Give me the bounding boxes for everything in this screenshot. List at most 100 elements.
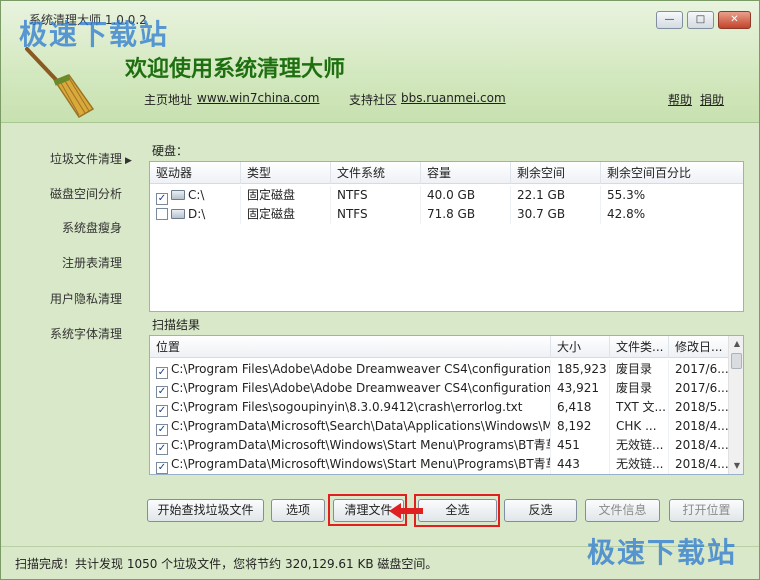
community-link[interactable]: bbs.ruanmei.com: [401, 91, 506, 105]
highlight-box-select-all: [414, 494, 500, 527]
row-checkbox[interactable]: ✓: [156, 405, 168, 417]
homepage-label: 主页地址: [144, 93, 193, 107]
size-cell: 451: [551, 436, 610, 455]
homepage-link[interactable]: www.win7china.com: [197, 91, 319, 105]
col-filesystem[interactable]: 文件系统: [331, 162, 421, 184]
system-drive-icon: [171, 190, 185, 200]
col-file-type[interactable]: 文件类...: [610, 336, 669, 358]
sidebar-item-label: 用户隐私清理: [50, 292, 123, 306]
close-button[interactable]: ✕: [718, 11, 751, 29]
maximize-button[interactable]: □: [687, 11, 714, 29]
drive-cell: ✓ C:\: [150, 186, 241, 205]
path-text: C:\Program Files\sogoupinyin\8.3.0.9412\…: [171, 400, 523, 414]
type-cell: 废目录: [610, 360, 669, 379]
disks-label: 硬盘：: [152, 144, 189, 158]
table-row[interactable]: ✓ C:\ProgramData\Microsoft\Search\Data\Ap…: [150, 417, 729, 436]
size-cell: 443: [551, 455, 610, 474]
sidebar-item-label: 垃圾文件清理: [50, 152, 123, 166]
header: 系统清理大师 1.0.0.2 极速下载站 — □ ✕ 欢迎使用系统清理大师 主页…: [1, 1, 759, 123]
watermark-bottom: 极速下载站: [587, 536, 738, 569]
sidebar-item-privacy-clean[interactable]: 用户隐私清理: [50, 290, 122, 307]
row-checkbox[interactable]: ✓: [156, 193, 168, 205]
sidebar-item-label: 注册表清理: [62, 256, 123, 270]
results-scrollbar[interactable]: ▲ ▼: [728, 336, 743, 474]
results-list[interactable]: 位置 大小 文件类... 修改日... ✓ C:\Program Files\Ad…: [149, 335, 744, 475]
community-label: 支持社区: [349, 93, 398, 107]
drive-label: D:\: [188, 207, 206, 221]
row-checkbox[interactable]: ✓: [156, 386, 168, 398]
file-info-button[interactable]: 文件信息: [585, 499, 660, 522]
scroll-up-icon[interactable]: ▲: [729, 336, 743, 352]
capacity-cell: 40.0 GB: [421, 186, 511, 205]
size-cell: 185,923: [551, 360, 610, 379]
sidebar-item-disk-analysis[interactable]: 磁盘空间分析: [50, 185, 122, 202]
size-cell: 43,921: [551, 379, 610, 398]
path-text: C:\Program Files\Adobe\Adobe Dreamweaver…: [171, 362, 551, 376]
sidebar-item-font-clean[interactable]: 系统字体清理: [50, 325, 122, 342]
col-capacity[interactable]: 容量: [421, 162, 511, 184]
sidebar-item-label: 系统字体清理: [50, 327, 123, 341]
table-row[interactable]: ✓ C:\Program Files\Adobe\Adobe Dreamweave…: [150, 379, 729, 398]
free-cell: 22.1 GB: [511, 186, 601, 205]
help-link[interactable]: 帮助: [668, 91, 692, 108]
welcome-title: 欢迎使用系统清理大师: [125, 57, 346, 82]
path-cell: ✓ C:\ProgramData\Microsoft\Windows\Start …: [150, 455, 551, 474]
row-checkbox[interactable]: ✓: [156, 424, 168, 436]
col-free-percent[interactable]: 剩余空间百分比: [601, 162, 743, 184]
col-location[interactable]: 位置: [150, 336, 551, 358]
scroll-down-icon[interactable]: ▼: [729, 458, 743, 474]
table-row[interactable]: ✓ C:\ProgramData\Microsoft\Windows\Start …: [150, 455, 729, 474]
row-checkbox[interactable]: [156, 208, 168, 220]
drive-label: C:\: [188, 188, 205, 202]
path-text: C:\ProgramData\Microsoft\Windows\Start M…: [171, 438, 551, 452]
table-row[interactable]: ✓ C:\Program Files\Adobe\Adobe Dreamweave…: [150, 360, 729, 379]
row-checkbox[interactable]: ✓: [156, 462, 168, 474]
disk-list[interactable]: 驱动器 类型 文件系统 容量 剩余空间 剩余空间百分比 ✓ C:\ 固定磁盘 NT…: [149, 161, 744, 312]
minimize-button[interactable]: —: [656, 11, 683, 29]
type-cell: 固定磁盘: [241, 186, 331, 205]
options-button[interactable]: 选项: [271, 499, 325, 522]
broom-icon: [25, 47, 95, 118]
path-text: C:\Program Files\Adobe\Adobe Dreamweaver…: [171, 381, 551, 395]
row-checkbox[interactable]: ✓: [156, 367, 168, 379]
date-cell: 2018/4...: [669, 417, 729, 436]
col-type[interactable]: 类型: [241, 162, 331, 184]
type-cell: 固定磁盘: [241, 205, 331, 224]
row-checkbox[interactable]: ✓: [156, 443, 168, 455]
col-drive[interactable]: 驱动器: [150, 162, 241, 184]
table-row[interactable]: ✓ C:\ProgramData\Microsoft\Windows\Start …: [150, 436, 729, 455]
path-cell: ✓ C:\Program Files\Adobe\Adobe Dreamweave…: [150, 379, 551, 398]
donate-link[interactable]: 捐助: [700, 91, 724, 108]
date-cell: 2018/4...: [669, 455, 729, 474]
col-size[interactable]: 大小: [551, 336, 610, 358]
col-modified[interactable]: 修改日...: [669, 336, 729, 358]
percent-cell: 55.3%: [601, 186, 743, 205]
invert-selection-button[interactable]: 反选: [504, 499, 577, 522]
path-cell: ✓ C:\ProgramData\Microsoft\Search\Data\Ap…: [150, 417, 551, 436]
table-row[interactable]: ✓ C:\Program Files\sogoupinyin\8.3.0.9412…: [150, 398, 729, 417]
results-label: 扫描结果: [152, 318, 201, 332]
filesystem-cell: NTFS: [331, 205, 421, 224]
sidebar-item-system-slim[interactable]: 系统盘瘦身: [62, 219, 122, 236]
free-cell: 30.7 GB: [511, 205, 601, 224]
disk-list-header: 驱动器 类型 文件系统 容量 剩余空间 剩余空间百分比: [150, 162, 743, 184]
open-location-button[interactable]: 打开位置: [669, 499, 744, 522]
type-cell: 无效链...: [610, 436, 669, 455]
col-free[interactable]: 剩余空间: [511, 162, 601, 184]
type-cell: TXT 文...: [610, 398, 669, 417]
table-row[interactable]: ✓ C:\ 固定磁盘 NTFS 40.0 GB 22.1 GB 55.3%: [150, 186, 743, 205]
filesystem-cell: NTFS: [331, 186, 421, 205]
path-text: C:\ProgramData\Microsoft\Windows\Start M…: [171, 457, 551, 471]
sidebar-item-registry-clean[interactable]: 注册表清理: [62, 254, 122, 271]
percent-cell: 42.8%: [601, 205, 743, 224]
type-cell: CHK ...: [610, 417, 669, 436]
drive-cell: D:\: [150, 205, 241, 224]
sidebar-item-junk-clean[interactable]: 垃圾文件清理 ▶: [50, 150, 132, 167]
table-row[interactable]: D:\ 固定磁盘 NTFS 71.8 GB 30.7 GB 42.8%: [150, 205, 743, 224]
start-scan-button[interactable]: 开始查找垃圾文件: [147, 499, 264, 522]
scroll-thumb[interactable]: [731, 353, 742, 369]
date-cell: 2017/6...: [669, 360, 729, 379]
sidebar-item-label: 磁盘空间分析: [50, 187, 123, 201]
date-cell: 2018/4...: [669, 436, 729, 455]
path-cell: ✓ C:\Program Files\sogoupinyin\8.3.0.9412…: [150, 398, 551, 417]
